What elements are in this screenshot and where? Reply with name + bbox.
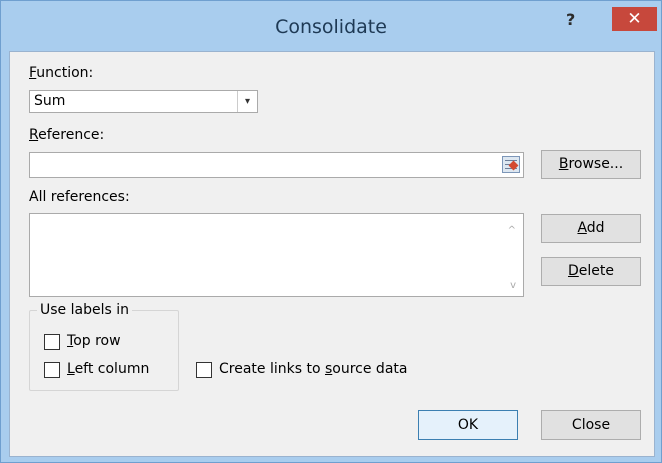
left-column-checkbox[interactable] [44,362,60,378]
function-selected-value: Sum [34,93,66,109]
create-links-checkbox[interactable] [196,362,212,378]
range-select-icon[interactable] [502,156,520,173]
scroll-down-icon[interactable]: v [510,280,516,291]
add-button[interactable]: Add [541,214,641,243]
ok-button[interactable]: OK [418,410,518,440]
consolidate-dialog: Consolidate ? ✕ Function: Sum ▾ Referenc… [0,0,662,463]
chevron-down-icon[interactable]: ▾ [237,91,257,112]
top-row-label[interactable]: Top row [67,333,121,349]
all-references-label: All references: [29,189,130,205]
close-icon[interactable]: ✕ [612,7,657,31]
help-icon[interactable]: ? [566,10,575,29]
function-select[interactable]: Sum ▾ [29,90,258,113]
use-labels-legend: Use labels in [37,302,132,318]
delete-button[interactable]: Delete [541,257,641,286]
browse-button[interactable]: Browse... [541,150,641,179]
dialog-body: Function: Sum ▾ Reference: Browse... All… [9,51,655,457]
left-column-label[interactable]: Left column [67,361,149,377]
use-labels-group [29,310,179,391]
title-bar: Consolidate ? ✕ [1,1,661,51]
function-label: Function: [29,65,94,81]
scroll-up-icon[interactable]: ^ [508,225,516,236]
dialog-title: Consolidate [275,16,387,38]
reference-label: Reference: [29,127,105,143]
all-references-list[interactable]: ^ v [29,213,524,297]
create-links-label[interactable]: Create links to source data [219,361,407,377]
range-line-icon [505,160,517,161]
reference-input[interactable] [29,152,524,178]
close-button[interactable]: Close [541,410,641,440]
top-row-checkbox[interactable] [44,334,60,350]
